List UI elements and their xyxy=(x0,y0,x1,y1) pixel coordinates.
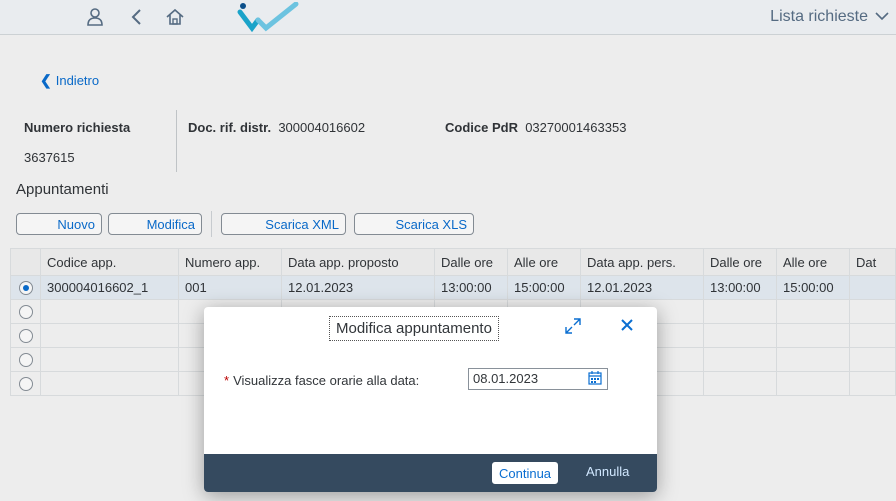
date-field-label: * Visualizza fasce orarie alla data: xyxy=(224,373,419,388)
close-icon[interactable] xyxy=(619,316,635,339)
user-icon[interactable] xyxy=(86,7,104,31)
app-title[interactable]: Lista richieste xyxy=(770,8,868,26)
logo xyxy=(236,1,302,36)
dialog-footer: Continua Annulla xyxy=(204,454,657,492)
back-arrow-icon[interactable] xyxy=(130,7,144,31)
home-icon[interactable] xyxy=(165,7,185,31)
edit-appointment-dialog: Modifica appuntamento * Visualizza fasce … xyxy=(204,307,657,492)
date-field-label-text: Visualizza fasce orarie alla data: xyxy=(233,373,420,388)
date-input[interactable]: 08.01.2023 xyxy=(468,368,608,390)
continue-button[interactable]: Continua xyxy=(492,462,559,484)
calendar-icon[interactable] xyxy=(588,371,602,385)
shell-bar: Lista richieste xyxy=(0,0,896,35)
dialog-title: Modifica appuntamento xyxy=(329,316,499,341)
expand-icon[interactable] xyxy=(564,317,582,340)
required-marker: * xyxy=(224,373,230,388)
chevron-down-icon[interactable] xyxy=(874,6,890,31)
cancel-button[interactable]: Annulla xyxy=(586,464,629,479)
